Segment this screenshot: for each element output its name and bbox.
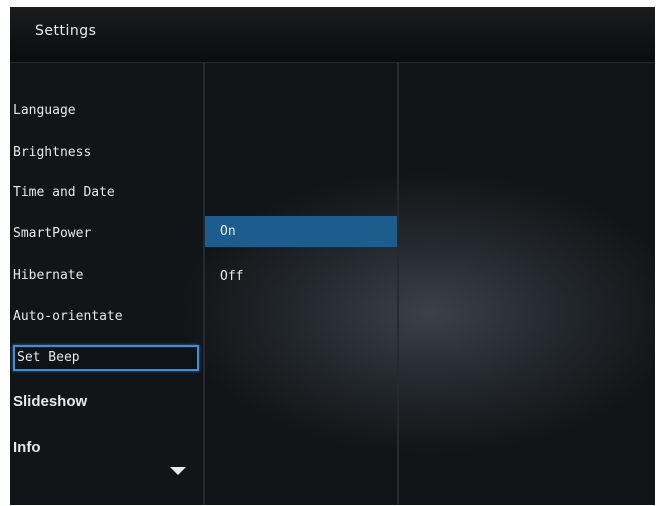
menu-item-label: Hibernate [13, 268, 84, 283]
option-label: Off [220, 269, 244, 284]
option-label: On [220, 224, 236, 239]
beep-options: On Off [205, 63, 397, 505]
title-bar: Settings [10, 7, 655, 63]
settings-screen: Settings Language Brightness Time and Da… [10, 7, 655, 505]
option-on[interactable]: On [205, 216, 397, 247]
page-title: Settings [35, 23, 97, 39]
menu-item-info[interactable]: Info [13, 435, 199, 461]
menu-item-hibernate[interactable]: Hibernate [13, 263, 199, 289]
menu-item-smartpower[interactable]: SmartPower [13, 221, 199, 247]
menu-item-label: Auto-orientate [13, 309, 123, 324]
menu-item-slideshow[interactable]: Slideshow [13, 389, 199, 415]
menu-item-label: Slideshow [13, 393, 88, 410]
menu-item-label: Info [13, 439, 41, 456]
menu-item-auto-orientate[interactable]: Auto-orientate [13, 304, 199, 330]
menu-item-label: Brightness [13, 145, 92, 160]
settings-panel: Language Brightness Time and Date SmartP… [10, 63, 655, 505]
menu-item-language[interactable]: Language [13, 98, 199, 124]
menu-item-brightness[interactable]: Brightness [13, 140, 199, 166]
column-divider [397, 63, 399, 505]
menu-item-time-and-date[interactable]: Time and Date [13, 180, 199, 206]
menu-item-label: Set Beep [17, 350, 80, 365]
menu-item-label: SmartPower [13, 226, 92, 241]
menu-item-set-beep[interactable]: Set Beep [13, 345, 199, 371]
menu-item-label: Language [13, 103, 76, 118]
triangle-down-icon[interactable] [170, 467, 186, 475]
option-off[interactable]: Off [205, 261, 397, 292]
settings-menu: Language Brightness Time and Date SmartP… [10, 63, 203, 505]
menu-item-label: Time and Date [13, 185, 115, 200]
